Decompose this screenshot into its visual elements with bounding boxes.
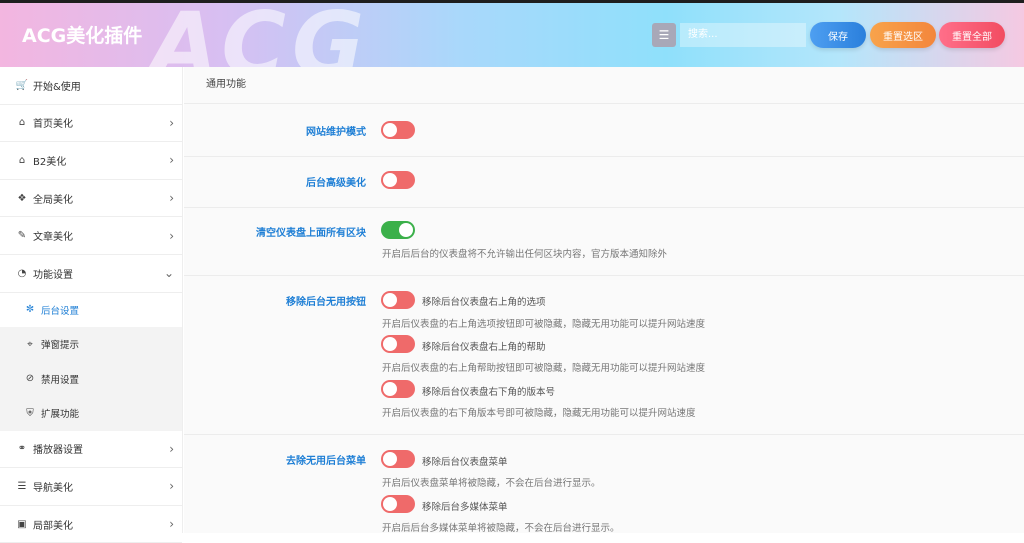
reset-section-button[interactable]: 重置选区	[870, 22, 936, 48]
header-bar: ACG ACG美化插件 ☰ 搜索... 保存 重置选区 重置全部	[0, 3, 1024, 67]
codepen-icon: ❖	[17, 192, 27, 204]
sidebar-item-label: 文章美化	[33, 232, 73, 244]
crop-icon: ⌖	[27, 338, 33, 350]
sidebar-item-global[interactable]: ❖ 全局美化 ›	[0, 180, 182, 218]
advanced-beautify-toggle[interactable]	[381, 171, 415, 189]
cart-icon: 🛒	[15, 79, 29, 91]
list-icon[interactable]: ☰	[652, 23, 676, 47]
chevron-right-icon: ›	[169, 441, 174, 456]
sidebar-subitem-popup[interactable]: ⌖ 弹窗提示	[0, 327, 182, 362]
sidebar: 🛒 开始&使用 ⌂ 首页美化 › ⌂ B2美化 › ❖ 全局美化 › ✎ 文章美…	[0, 67, 183, 543]
edit-icon: ✎	[17, 230, 27, 242]
sidebar-item-label: 开始&使用	[33, 81, 81, 93]
sidebar-subitem-label: 后台设置	[41, 305, 80, 317]
save-button[interactable]: 保存	[810, 22, 866, 48]
option-label: 移除后台仪表盘右上角的选项	[422, 297, 546, 308]
divider	[184, 207, 1024, 208]
sidebar-subitem-backend[interactable]: ✼ 后台设置	[0, 292, 182, 328]
remove-options-toggle[interactable]	[381, 291, 415, 309]
sidebar-item-label: 播放器设置	[33, 445, 83, 457]
setting-label-remove-menus: 去除无用后台菜单	[286, 456, 366, 467]
divider	[184, 156, 1024, 157]
shield-icon: ⛨	[26, 407, 34, 419]
setting-label-maintenance: 网站维护模式	[306, 127, 366, 138]
ban-icon: ⊘	[25, 373, 35, 385]
sidebar-item-b2[interactable]: ⌂ B2美化 ›	[0, 142, 182, 180]
sidebar-item-label: 全局美化	[33, 194, 73, 206]
chevron-right-icon: ›	[169, 153, 174, 168]
remove-help-toggle[interactable]	[381, 335, 415, 353]
sidebar-item-label: 首页美化	[33, 119, 73, 131]
setting-label-remove-buttons: 移除后台无用按钮	[286, 297, 366, 308]
clear-dashboard-toggle[interactable]	[381, 221, 415, 239]
option-description: 开启后仪表盘菜单将被隐藏，不会在后台进行显示。	[382, 478, 601, 489]
chevron-right-icon: ›	[169, 191, 174, 206]
option-description: 开启后仪表盘的右上角帮助按钮即可被隐藏，隐藏无用功能可以提升网站速度	[382, 363, 706, 374]
sidebar-item-label: B2美化	[33, 156, 67, 168]
sidebar-item-label: 功能设置	[33, 269, 73, 281]
frame-icon: ▣	[17, 518, 27, 530]
sidebar-item-label: 局部美化	[33, 520, 73, 532]
reset-all-button[interactable]: 重置全部	[939, 22, 1005, 48]
pie-chart-icon: ◔	[17, 267, 27, 279]
sidebar-item-player[interactable]: ⚭ 播放器设置 ›	[0, 431, 182, 469]
chevron-right-icon: ›	[169, 517, 174, 532]
option-label: 移除后台多媒体菜单	[422, 502, 508, 513]
maintenance-toggle[interactable]	[381, 121, 415, 139]
remove-dashboard-menu-toggle[interactable]	[381, 450, 415, 468]
option-description: 开启后仪表盘的右下角版本号即可被隐藏，隐藏无用功能可以提升网站速度	[382, 408, 696, 419]
chevron-right-icon: ›	[169, 228, 174, 243]
divider	[184, 103, 1024, 104]
remove-media-menu-toggle[interactable]	[381, 495, 415, 513]
search-input[interactable]: 搜索...	[680, 23, 806, 47]
divider	[184, 275, 1024, 276]
option-description: 开启后仪表盘的右上角选项按钮即可被隐藏，隐藏无用功能可以提升网站速度	[382, 319, 706, 330]
sidebar-subitem-disable[interactable]: ⊘ 禁用设置	[0, 361, 182, 397]
header-watermark: ACG	[150, 3, 371, 67]
page-title: 通用功能	[206, 79, 246, 90]
option-label: 移除后台仪表盘菜单	[422, 457, 508, 468]
headphones-icon: ⚭	[17, 443, 27, 455]
home-icon: ⌂	[18, 154, 26, 166]
brand-title: ACG美化插件	[22, 25, 143, 47]
chevron-right-icon: ›	[169, 115, 174, 130]
sidebar-item-features[interactable]: ◔ 功能设置 ⌄	[0, 255, 182, 293]
sidebar-item-home[interactable]: ⌂ 首页美化 ›	[0, 105, 182, 143]
sidebar-subitem-label: 扩展功能	[41, 409, 80, 421]
option-label: 移除后台仪表盘右上角的帮助	[422, 342, 546, 353]
sidebar-item-nav[interactable]: ☰ 导航美化 ›	[0, 468, 182, 506]
spinner-icon: ✼	[25, 304, 35, 316]
setting-label-clear-dashboard: 清空仪表盘上面所有区块	[256, 228, 366, 239]
sidebar-item-label: 导航美化	[33, 482, 73, 494]
chevron-down-icon: ⌄	[163, 266, 174, 281]
sidebar-subitem-extensions[interactable]: ⛨ 扩展功能	[0, 396, 182, 431]
divider	[184, 434, 1024, 435]
sidebar-item-article[interactable]: ✎ 文章美化 ›	[0, 217, 182, 255]
home-icon: ⌂	[18, 117, 26, 129]
main-content: 通用功能 网站维护模式 后台高级美化 清空仪表盘上面所有区块 开启后后台的仪表盘…	[184, 67, 1024, 533]
list-icon: ☰	[17, 480, 27, 492]
sidebar-item-start[interactable]: 🛒 开始&使用	[0, 67, 182, 105]
option-label: 移除后台仪表盘右下角的版本号	[422, 387, 556, 398]
option-description: 开启后后台多媒体菜单将被隐藏，不会在后台进行显示。	[382, 523, 620, 533]
setting-label-advanced-beautify: 后台高级美化	[306, 178, 366, 189]
setting-description: 开启后后台的仪表盘将不允许输出任何区块内容，官方版本通知除外	[382, 249, 668, 260]
sidebar-subitem-label: 弹窗提示	[41, 340, 80, 352]
sidebar-item-partial[interactable]: ▣ 局部美化 ›	[0, 506, 182, 543]
remove-version-toggle[interactable]	[381, 380, 415, 398]
sidebar-subitem-label: 禁用设置	[41, 374, 80, 386]
chevron-right-icon: ›	[169, 479, 174, 494]
